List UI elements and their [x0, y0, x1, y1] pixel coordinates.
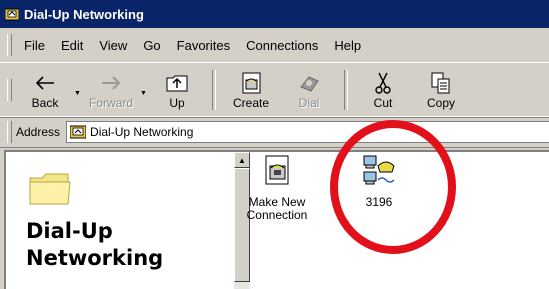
folder-icon [29, 173, 71, 205]
window-title: Dial-Up Networking [24, 6, 144, 22]
dialup-window: Dial-Up Networking File Edit View Go Fav… [0, 0, 549, 289]
forward-dropdown-icon[interactable]: ▼ [140, 90, 148, 97]
toolbar-grip[interactable] [7, 79, 12, 101]
back-dropdown-icon[interactable]: ▼ [74, 90, 82, 97]
forward-arrow-icon [102, 76, 121, 90]
menu-favorites[interactable]: Favorites [169, 38, 238, 53]
info-pane: Dial-Up Networking [6, 152, 234, 289]
copy-label: Copy [426, 96, 455, 110]
content-area: Dial-Up Networking ▲ Make New Connection [4, 150, 549, 289]
make-new-connection-icon [265, 155, 289, 185]
dialup-networking-icon [70, 125, 87, 139]
menu-view[interactable]: View [91, 38, 135, 53]
menu-connections[interactable]: Connections [238, 38, 326, 53]
dial-phone-icon [300, 76, 319, 92]
toolbar: Back ▼ Forward ▼ Up Create Dial Cut Copy [0, 62, 549, 118]
pane-title: Dial-Up Networking [26, 218, 163, 272]
create-connection-icon [242, 72, 261, 94]
up-button[interactable]: Up [148, 66, 206, 114]
copy-button[interactable]: Copy [412, 66, 470, 114]
back-button[interactable]: Back [16, 66, 74, 114]
address-bar: Address Dial-Up Networking [0, 116, 549, 148]
copy-icon [431, 72, 450, 94]
menu-go[interactable]: Go [135, 38, 168, 53]
toolbar-separator [212, 70, 216, 110]
address-label: Address [16, 125, 61, 139]
toolbar-separator-2 [344, 70, 348, 110]
forward-button[interactable]: Forward [82, 66, 140, 114]
menu-help[interactable]: Help [326, 38, 369, 53]
create-label: Create [232, 96, 270, 110]
address-grip[interactable] [7, 121, 12, 143]
forward-label: Forward [88, 96, 133, 110]
menu-bar: File Edit View Go Favorites Connections … [0, 28, 549, 63]
highlight-circle [330, 120, 456, 254]
address-field[interactable]: Dial-Up Networking [66, 121, 549, 143]
up-label: Up [169, 96, 185, 110]
title-bar[interactable]: Dial-Up Networking [0, 0, 549, 28]
menu-edit[interactable]: Edit [53, 38, 91, 53]
cut-label: Cut [373, 96, 393, 110]
up-folder-icon [166, 75, 188, 92]
create-button[interactable]: Create [222, 66, 280, 114]
pane-title-line1: Dial-Up [26, 219, 113, 243]
address-value: Dial-Up Networking [90, 125, 194, 139]
menu-file[interactable]: File [16, 38, 53, 53]
make-new-connection-item[interactable]: Make New Connection [234, 154, 320, 222]
menu-grip[interactable] [7, 34, 12, 56]
cut-button[interactable]: Cut [354, 66, 412, 114]
dialup-networking-icon [5, 8, 19, 21]
dial-label: Dial [298, 96, 320, 110]
dial-button[interactable]: Dial [280, 66, 338, 114]
make-new-connection-label-2: Connection [246, 208, 308, 222]
scissors-icon [375, 72, 391, 94]
back-arrow-icon [35, 76, 54, 90]
back-label: Back [31, 96, 59, 110]
pane-title-line2: Networking [26, 246, 164, 270]
